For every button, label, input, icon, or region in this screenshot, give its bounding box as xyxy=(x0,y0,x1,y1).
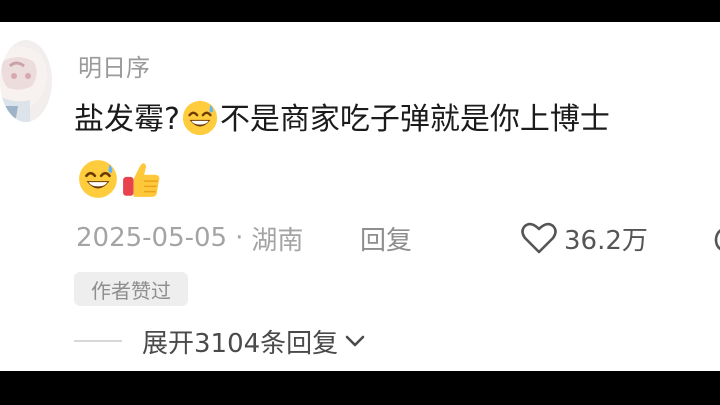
chevron-down-icon xyxy=(342,328,368,354)
like-button[interactable]: 36.2万 xyxy=(520,220,648,257)
expand-replies-label: 展开3104条回复 xyxy=(142,328,339,359)
comment-text-part2: 不是商家吃子弹就是你上博士 xyxy=(219,102,610,137)
dislike-icon[interactable] xyxy=(710,220,720,256)
comment-date: 2025-05-05 xyxy=(76,223,228,253)
like-count: 36.2万 xyxy=(564,225,648,256)
divider-line xyxy=(74,340,122,342)
heart-icon xyxy=(520,220,558,256)
emoji-line xyxy=(76,154,164,204)
reply-button[interactable]: 回复 xyxy=(360,220,412,257)
thumbs-up-emoji xyxy=(121,158,163,200)
comment-text: 盐发霉? 不是商家吃子弹就是你上博士 xyxy=(74,100,610,140)
avatar[interactable] xyxy=(0,40,52,122)
expand-replies-button[interactable]: 展开3104条回复 xyxy=(74,320,368,362)
comment-text-part1: 盐发霉? xyxy=(74,102,180,137)
comment-card: 明日序 盐发霉? 不是商家吃子弹就是你上博士 2025-05-05 · 湖南 回… xyxy=(0,22,720,371)
grinning-sweat-emoji xyxy=(77,158,119,200)
comment-location: 湖南 xyxy=(251,225,304,256)
username[interactable]: 明日序 xyxy=(78,48,150,83)
author-liked-badge: 作者赞过 xyxy=(74,272,188,306)
grinning-sweat-emoji xyxy=(181,99,219,137)
meta-separator: · xyxy=(235,223,244,253)
comment-meta: 2025-05-05 · 湖南 回复 36.2万 xyxy=(76,218,720,258)
